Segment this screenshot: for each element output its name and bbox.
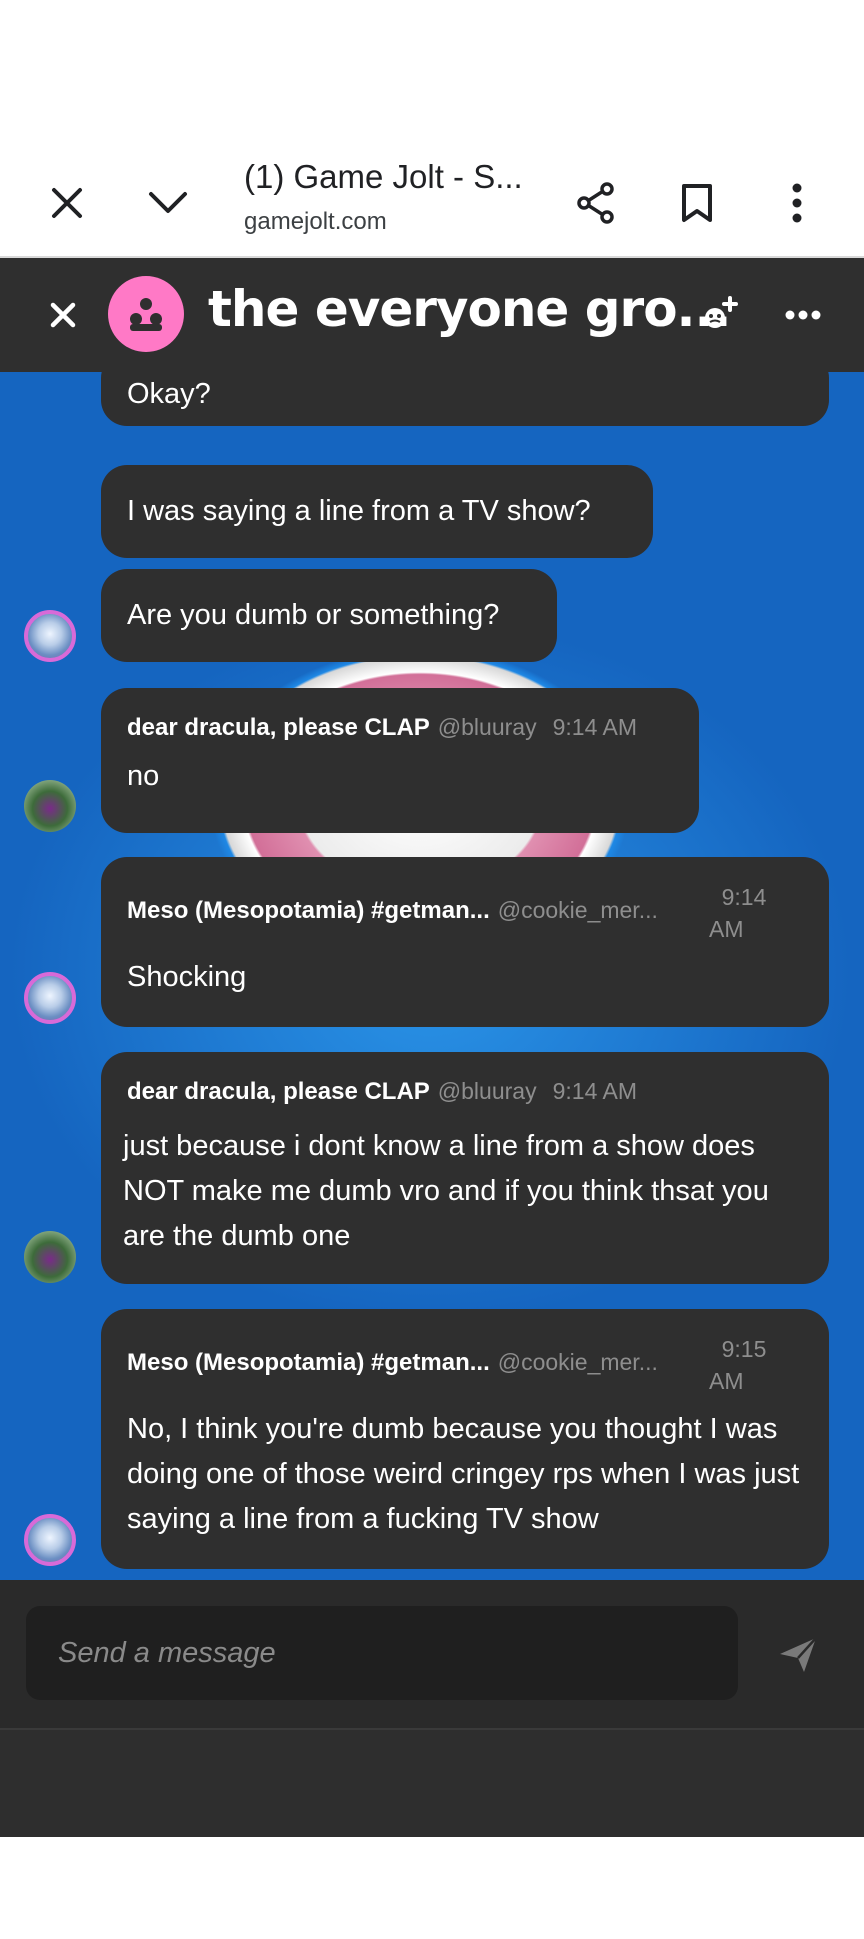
message-bubble[interactable]: dear dracula, please CLAP @bluuray 9:14 AM… <box>101 1052 829 1284</box>
message-meta: Meso (Mesopotamia) #getman... @cookie_mer… <box>127 897 805 925</box>
message-text: Shocking <box>127 961 247 993</box>
browser-url[interactable]: gamejolt.com <box>244 208 387 236</box>
author-handle[interactable]: @bluuray <box>438 714 537 740</box>
avatar[interactable] <box>24 972 76 1024</box>
chevron-down-icon[interactable] <box>143 178 193 228</box>
message-text: Okay? <box>127 378 211 410</box>
add-member-icon[interactable] <box>694 290 744 340</box>
message-time-line: AM <box>709 1368 744 1394</box>
avatar[interactable] <box>24 780 76 832</box>
group-icon <box>130 298 162 331</box>
navigation-bar-area <box>0 1837 864 1939</box>
message-text: Are you dumb or something? <box>127 599 500 631</box>
message-text: just because i dont know a line from a s… <box>123 1130 769 1252</box>
close-chat-icon[interactable] <box>38 290 88 340</box>
message-composer <box>0 1580 864 1730</box>
chat-title: the everyone gro... <box>208 280 732 338</box>
message-bubble[interactable]: Meso (Mesopotamia) #getman... @cookie_mer… <box>101 857 829 1027</box>
message-text: no <box>127 760 160 792</box>
message-meta: dear dracula, please CLAP @bluuray 9:14 AM <box>127 714 675 742</box>
message-time: 9:15 AM <box>709 1333 779 1397</box>
author-handle[interactable]: @bluuray <box>438 1078 537 1104</box>
chat-messages-area[interactable]: Okay? I was saying a line from a TV show… <box>0 372 864 1580</box>
avatar[interactable] <box>24 1514 76 1566</box>
browser-tab-title[interactable]: (1) Game Jolt - S... <box>244 158 523 196</box>
close-icon[interactable] <box>42 178 92 228</box>
share-icon[interactable] <box>571 178 621 228</box>
author-name[interactable]: dear dracula, please CLAP <box>127 714 430 741</box>
bookmark-icon[interactable] <box>672 178 722 228</box>
message-bubble[interactable]: I was saying a line from a TV show? <box>101 465 653 558</box>
author-name[interactable]: Meso (Mesopotamia) #getman... <box>127 1349 490 1376</box>
message-text: I was saying a line from a TV show? <box>127 495 591 527</box>
group-avatar[interactable] <box>108 276 184 352</box>
message-time-line: 9:15 <box>721 1336 767 1362</box>
send-icon[interactable] <box>774 1630 822 1678</box>
chat-header: the everyone gro... <box>0 258 864 372</box>
author-name[interactable]: Meso (Mesopotamia) #getman... <box>127 897 490 924</box>
message-time: 9:14 AM <box>552 1078 637 1104</box>
message-time: 9:14 AM <box>552 714 637 740</box>
message-time: 9:14 AM <box>709 881 779 945</box>
avatar[interactable] <box>24 610 76 662</box>
more-vert-icon[interactable] <box>772 178 822 228</box>
message-time-line: 9:14 <box>721 884 767 910</box>
message-bubble[interactable]: Meso (Mesopotamia) #getman... @cookie_mer… <box>101 1309 829 1569</box>
message-meta: Meso (Mesopotamia) #getman... @cookie_mer… <box>127 1349 805 1377</box>
bottom-panel <box>0 1730 864 1837</box>
avatar[interactable] <box>24 1231 76 1283</box>
message-text: No, I think you're dumb because you thou… <box>127 1413 800 1535</box>
browser-toolbar: (1) Game Jolt - S... gamejolt.com <box>0 150 864 258</box>
message-time-line: AM <box>709 916 744 942</box>
author-handle[interactable]: @cookie_mer... <box>498 1349 658 1375</box>
more-horiz-icon[interactable] <box>778 290 828 340</box>
status-bar-area <box>0 0 864 150</box>
message-bubble[interactable]: Are you dumb or something? <box>101 569 557 662</box>
message-input[interactable] <box>26 1606 738 1700</box>
author-handle[interactable]: @cookie_mer... <box>498 897 658 923</box>
author-name[interactable]: dear dracula, please CLAP <box>127 1078 430 1105</box>
message-meta: dear dracula, please CLAP @bluuray 9:14 AM <box>127 1078 805 1106</box>
message-bubble[interactable]: Okay? <box>101 372 829 426</box>
message-bubble[interactable]: dear dracula, please CLAP @bluuray 9:14 AM… <box>101 688 699 833</box>
